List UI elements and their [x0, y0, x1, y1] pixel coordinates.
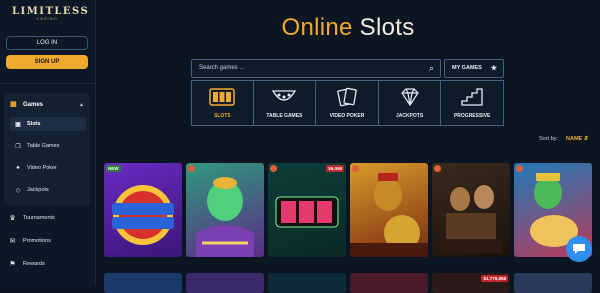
game-tile[interactable] — [104, 273, 182, 293]
hot-badge — [434, 165, 441, 172]
sidebar-item-table-games[interactable]: ❐ Table Games — [10, 139, 86, 153]
cards-icon: ❐ — [15, 143, 21, 150]
promo-icon: ✉ — [9, 238, 16, 245]
jackpot-badge: $1,779,858 — [481, 275, 508, 282]
tab-table-games[interactable]: TABLE GAMES — [253, 80, 317, 126]
sidebar-item-slots[interactable]: ▣ Slots — [10, 117, 86, 131]
games-grid: NEW $5,058 $1,779,858 — [104, 163, 600, 293]
login-button[interactable]: LOG IN — [6, 36, 88, 50]
game-art — [275, 196, 339, 228]
sort-label: Sort by: — [539, 136, 558, 142]
signup-button[interactable]: SIGN UP — [6, 55, 88, 69]
hot-badge — [352, 165, 359, 172]
hot-badge — [188, 165, 195, 172]
game-tile[interactable] — [514, 273, 592, 293]
tab-label: JACKPOTS — [395, 113, 424, 119]
game-tile[interactable] — [186, 163, 264, 257]
game-tile[interactable] — [432, 163, 510, 257]
tab-label: SLOTS — [213, 113, 231, 119]
games-nav-group: ▦ Games ▲ ▣ Slots ❐ Table Games ♠ Video … — [4, 93, 90, 205]
page-title: Online Slots — [96, 14, 600, 42]
game-art — [440, 185, 502, 253]
sidebar-item-label: Video Poker — [27, 165, 57, 171]
search-input[interactable]: Search games ... ⌕ — [191, 59, 441, 78]
table-icon — [254, 87, 316, 107]
cards-icon — [316, 87, 378, 107]
logo[interactable]: LIMITLESS CASINO — [12, 6, 88, 30]
games-label: Games — [23, 102, 44, 108]
game-tile[interactable]: $1,779,858 — [432, 273, 510, 293]
category-tabs: SLOTS TABLE GAMES VIDEO POKER JACKPOTS P… — [191, 80, 504, 126]
jackpot-badge: $5,058 — [326, 165, 344, 172]
sidebar-item-rewards[interactable]: ⚑ Rewards — [8, 257, 88, 271]
slot-icon: ▣ — [15, 121, 21, 128]
game-art — [350, 173, 428, 257]
chat-icon — [573, 244, 585, 254]
sort-dropdown[interactable]: NAME ⇵ — [566, 136, 588, 142]
new-badge: NEW — [106, 165, 121, 172]
chevron-up-icon: ▲ — [79, 102, 84, 108]
trophy-icon: ♛ — [9, 215, 16, 222]
hot-badge — [516, 165, 523, 172]
main-content: Online Slots Search games ... ⌕ MY GAMES… — [96, 0, 600, 293]
game-art — [112, 185, 174, 245]
sidebar: LIMITLESS CASINO LOG IN SIGN UP ▦ Games … — [0, 0, 96, 286]
title-part-online: Online — [281, 14, 353, 41]
my-games-button[interactable]: MY GAMES ★ — [444, 59, 504, 78]
sidebar-item-promotions[interactable]: ✉ Promotions — [8, 234, 88, 248]
search-icon[interactable]: ⌕ — [429, 63, 434, 74]
sidebar-item-video-poker[interactable]: ♠ Video Poker — [10, 161, 86, 175]
sort-value: NAME — [566, 136, 583, 142]
hot-badge — [270, 165, 277, 172]
game-tile[interactable] — [268, 273, 346, 293]
sidebar-item-label: Rewards — [23, 261, 45, 267]
game-tile[interactable]: $5,058 — [268, 163, 346, 257]
tab-jackpots[interactable]: JACKPOTS — [378, 80, 442, 126]
game-tile[interactable] — [186, 273, 264, 293]
sidebar-item-tournaments[interactable]: ♛ Tournaments — [8, 211, 88, 225]
sidebar-item-label: Tournaments — [23, 215, 55, 221]
sidebar-divider — [0, 83, 95, 84]
sidebar-item-label: Table Games — [27, 143, 60, 149]
title-part-slots: Slots — [359, 14, 415, 41]
games-icon: ▦ — [10, 101, 17, 108]
game-tile[interactable] — [350, 163, 428, 257]
diamond-icon: ◇ — [15, 187, 21, 194]
diamond-icon — [379, 87, 441, 107]
tab-video-poker[interactable]: VIDEO POKER — [316, 80, 379, 126]
chat-button[interactable] — [566, 236, 592, 262]
tab-label: TABLE GAMES — [266, 113, 303, 119]
game-tile[interactable] — [350, 273, 428, 293]
tab-slots[interactable]: SLOTS — [191, 80, 254, 126]
tab-progressive[interactable]: PROGRESSIVE — [441, 80, 504, 126]
game-art — [196, 177, 254, 257]
sidebar-item-label: Slots — [27, 121, 41, 127]
search-placeholder: Search games ... — [199, 65, 245, 71]
stairs-icon — [441, 87, 503, 107]
rewards-icon: ⚑ — [9, 261, 16, 268]
sort-icon: ⇵ — [583, 136, 589, 142]
sidebar-item-label: Jackpots — [27, 187, 49, 193]
sidebar-item-jackpots[interactable]: ◇ Jackpots — [10, 183, 86, 197]
sidebar-item-games[interactable]: ▦ Games ▲ — [10, 99, 86, 111]
poker-icon: ♠ — [16, 165, 20, 171]
my-games-label: MY GAMES — [452, 65, 482, 71]
sidebar-item-label: Promotions — [23, 238, 51, 244]
tab-label: PROGRESSIVE — [453, 113, 491, 119]
tab-label: VIDEO POKER — [329, 113, 365, 119]
star-icon: ★ — [490, 65, 497, 72]
game-tile[interactable]: NEW — [104, 163, 182, 257]
slot-machine-icon — [192, 87, 253, 107]
